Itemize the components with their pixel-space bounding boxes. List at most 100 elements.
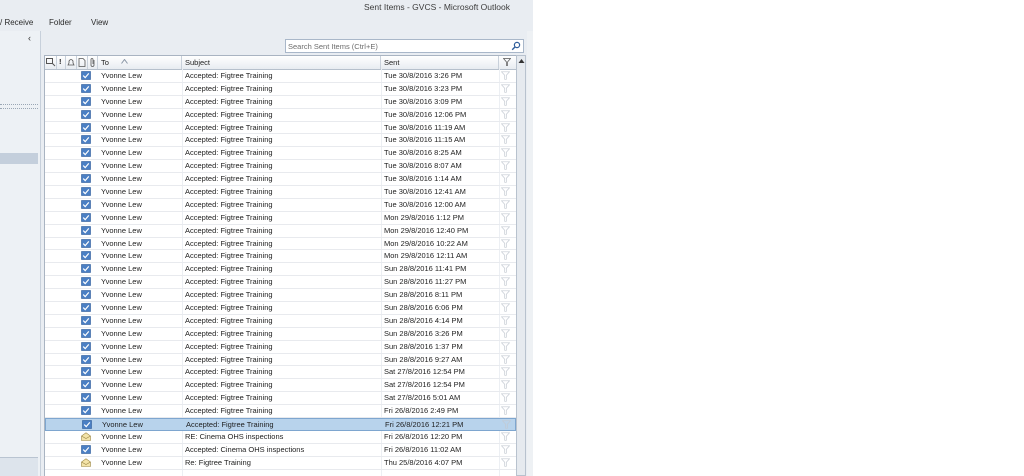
row-to: Yvonne Lew [101,431,142,441]
table-row[interactable]: Yvonne Lew Accepted: Figtree Training Sun … [45,354,516,367]
table-row[interactable]: Yvonne Lew Accepted: Figtree Training Tue … [45,70,516,83]
table-row[interactable]: Yvonne Lew Accepted: Figtree Training Sat … [45,392,516,406]
flag-icon[interactable] [501,84,510,93]
flag-icon[interactable] [501,458,510,467]
table-row[interactable]: Yvonne Lew Accepted: Cinema OHS inspectio… [45,444,516,457]
flag-icon[interactable] [501,355,510,364]
table-row[interactable]: Yvonne Lew RE: Cinema OHS inspections Fri … [45,431,516,444]
table-row[interactable]: Yvonne Lew Accepted: Figtree Training Tue … [45,109,516,122]
importance-header[interactable]: ! [57,56,66,69]
table-row[interactable]: Yvonne Lew Accepted: Figtree Training Tue … [45,186,516,199]
table-row[interactable]: Yvonne Lew Accepted: Figtree Training Sat … [45,366,516,380]
sent-header[interactable]: Sent [381,56,499,69]
flag-icon[interactable] [501,251,510,261]
nav-selected-folder[interactable] [0,153,38,164]
flag-icon[interactable] [501,135,510,145]
accepted-icon [81,251,91,261]
row-subject: Accepted: Figtree Training [185,212,273,222]
flag-icon[interactable] [501,187,510,196]
flag-icon[interactable] [501,110,510,119]
open-envelope-icon [81,458,91,467]
table-row[interactable]: Yvonne Lew Accepted: Figtree Training Tue … [45,173,516,187]
table-row[interactable]: Yvonne Lew Accepted: Figtree Training Tue … [45,122,516,135]
table-row[interactable]: Yvonne Lew Accepted: Figtree Training Tue … [45,199,516,212]
table-row[interactable]: Yvonne Lew Accepted: Figtree Training Mon … [45,238,516,251]
flag-icon[interactable] [501,161,510,170]
accepted-icon [81,445,91,454]
flag-icon[interactable] [501,380,510,390]
search-box[interactable] [285,39,524,53]
accepted-icon [81,316,91,325]
nav-bottom-panel[interactable] [0,457,38,476]
table-row[interactable]: Yvonne Lew Accepted: Figtree Training Sat … [45,379,516,393]
attachment-header[interactable] [88,56,98,69]
row-sent: Tue 30/8/2016 12:41 AM [384,187,466,197]
table-row[interactable]: Yvonne Lew Accepted: Figtree Training Tue … [45,83,516,96]
arrange-header[interactable] [45,56,57,69]
flag-icon[interactable] [501,303,510,312]
flag-icon[interactable] [501,174,510,183]
column-header: ! To Subject Sent [45,56,516,70]
flag-icon[interactable] [501,71,510,80]
accepted-icon [81,135,91,145]
table-row[interactable]: Yvonne Lew Accepted: Figtree Training Tue … [45,96,516,109]
table-row[interactable]: Yvonne Lew Accepted: Figtree Training Fri … [45,418,516,431]
table-row[interactable]: Yvonne Lew Accepted: Figtree Training Tue … [45,160,516,174]
subject-header[interactable]: Subject [182,56,381,69]
table-row[interactable]: Yvonne Lew Accepted: Figtree Training Tue … [45,134,516,148]
scroll-up-icon[interactable] [518,57,525,65]
flag-icon[interactable] [501,342,510,351]
navigation-pane: ‹ [0,31,41,476]
flag-icon[interactable] [501,213,510,222]
table-row[interactable]: Yvonne Lew Accepted: Figtree Training Sun … [45,328,516,341]
table-row[interactable]: Yvonne Lew Accepted: Figtree Training Sun … [45,302,516,315]
row-subject: Accepted: Figtree Training [185,225,273,235]
flag-icon[interactable] [501,97,510,106]
table-row[interactable]: Yvonne Lew Re: Figtree Training Thu 25/8/2… [45,457,516,470]
search-input[interactable] [288,40,506,52]
search-icon[interactable] [511,41,521,51]
flag-icon[interactable] [501,367,510,377]
reminder-header[interactable] [66,56,77,69]
flag-icon[interactable] [501,148,510,157]
table-row[interactable]: Yvonne Lew Accepted: Figtree Training Fri … [45,405,516,419]
flag-icon[interactable] [501,123,510,132]
flag-icon[interactable] [502,420,511,429]
table-row[interactable]: Yvonne Lew Accepted: Figtree Training Sun … [45,315,516,328]
flag-icon[interactable] [501,329,510,338]
table-row[interactable]: Yvonne Lew Accepted: Figtree Training Tue … [45,147,516,161]
table-row[interactable]: Yvonne Lew Accepted: Figtree Training Mon … [45,212,516,225]
flag-icon[interactable] [501,264,510,274]
table-row[interactable]: Yvonne Lew Accepted: Figtree Training Sun … [45,276,516,290]
flag-icon[interactable] [501,200,510,209]
row-subject: Accepted: Figtree Training [185,380,273,390]
flag-icon[interactable] [501,290,510,299]
table-row[interactable]: Yvonne Lew Accepted: Figtree Training Sun … [45,289,516,303]
collapse-pane-icon[interactable]: ‹ [28,33,31,43]
flag-icon[interactable] [501,393,510,402]
flag-icon[interactable] [501,445,510,454]
tab-folder[interactable]: Folder [49,18,72,27]
table-row[interactable]: Yvonne Lew Accepted: Figtree Training Sun … [45,263,516,277]
flag-icon[interactable] [501,277,510,286]
flag-icon[interactable] [501,316,510,325]
flag-icon[interactable] [501,226,510,235]
tab-view[interactable]: View [91,18,108,27]
table-row[interactable]: Yvonne Lew Accepted: Figtree Training Mon … [45,225,516,238]
message-list: ! To Subject Sent Yvonne Lew Accepted: F… [44,55,517,476]
flag-icon[interactable] [501,239,510,248]
row-subject: Accepted: Figtree Training [185,406,273,416]
row-to: Yvonne Lew [101,225,142,235]
flag-icon[interactable] [501,432,510,441]
table-row[interactable]: Yvonne Lew Accepted: Figtree Training Mon … [45,250,516,264]
flag-header[interactable] [499,56,516,69]
flag-icon[interactable] [501,406,510,415]
vertical-scrollbar[interactable] [516,55,526,476]
row-to: Yvonne Lew [101,161,142,171]
to-header[interactable]: To [98,56,182,69]
table-row[interactable]: Yvonne Lew Accepted: Figtree Training Sun … [45,341,516,354]
row-sent: Tue 30/8/2016 3:09 PM [384,96,463,106]
icon-header[interactable] [77,56,88,69]
accepted-icon [81,84,91,93]
tab-send-receive[interactable]: / Receive [0,18,33,27]
